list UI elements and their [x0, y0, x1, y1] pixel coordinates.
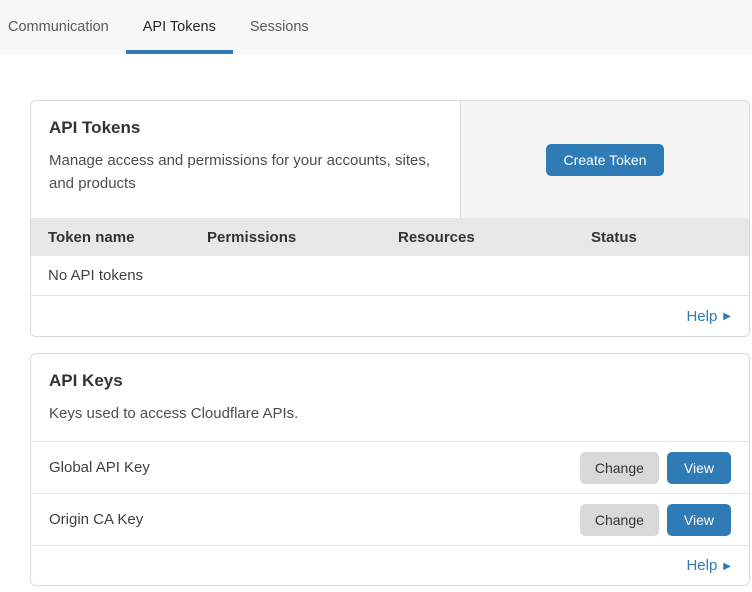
api-tokens-card-footer: Help ▶ [31, 296, 749, 336]
api-keys-help-link[interactable]: Help ▶ [686, 557, 731, 574]
api-keys-card-footer: Help ▶ [31, 545, 749, 585]
view-global-api-key-button[interactable]: View [667, 452, 731, 484]
tab-sessions-label: Sessions [250, 19, 309, 35]
column-header-token-name: Token name [48, 229, 207, 246]
column-header-permissions: Permissions [207, 229, 398, 246]
api-key-label-global: Global API Key [49, 459, 150, 476]
tokens-table-header: Token name Permissions Resources Status [31, 218, 749, 256]
tab-bar: Communication API Tokens Sessions [0, 0, 752, 54]
api-keys-title: API Keys [49, 371, 731, 391]
api-tokens-help-label: Help [686, 308, 717, 325]
tab-sessions[interactable]: Sessions [233, 0, 326, 54]
tokens-empty-state: No API tokens [31, 256, 749, 296]
tokens-empty-message: No API tokens [48, 267, 143, 284]
help-arrow-icon: ▶ [723, 561, 731, 572]
view-origin-ca-key-button[interactable]: View [667, 504, 731, 536]
api-key-row-origin-ca: Origin CA Key Change View [31, 493, 749, 545]
api-tokens-description: Manage access and permissions for your a… [49, 149, 431, 196]
column-header-resources: Resources [398, 229, 591, 246]
api-key-actions-global: Change View [580, 452, 731, 484]
api-keys-help-label: Help [686, 557, 717, 574]
tab-communication[interactable]: Communication [8, 0, 126, 54]
api-keys-description: Keys used to access Cloudflare APIs. [49, 402, 431, 425]
api-tokens-help-link[interactable]: Help ▶ [686, 308, 731, 325]
active-tab-indicator [126, 50, 233, 54]
api-tokens-header-action-area: Create Token [461, 101, 749, 218]
api-tokens-title: API Tokens [49, 118, 442, 138]
api-keys-card: API Keys Keys used to access Cloudflare … [30, 353, 750, 586]
api-key-row-global: Global API Key Change View [31, 441, 749, 493]
api-key-actions-origin-ca: Change View [580, 504, 731, 536]
tab-communication-label: Communication [8, 19, 109, 35]
tab-api-tokens-label: API Tokens [143, 19, 216, 35]
help-arrow-icon: ▶ [723, 311, 731, 322]
change-global-api-key-button[interactable]: Change [580, 452, 659, 484]
tab-api-tokens[interactable]: API Tokens [126, 0, 233, 54]
api-key-label-origin-ca: Origin CA Key [49, 511, 143, 528]
create-token-button[interactable]: Create Token [546, 144, 663, 176]
api-keys-card-header: API Keys Keys used to access Cloudflare … [31, 354, 749, 441]
api-tokens-card-header: API Tokens Manage access and permissions… [31, 101, 749, 218]
column-header-status: Status [591, 229, 732, 246]
change-origin-ca-key-button[interactable]: Change [580, 504, 659, 536]
api-tokens-header-text: API Tokens Manage access and permissions… [31, 101, 461, 218]
api-tokens-card: API Tokens Manage access and permissions… [30, 100, 750, 337]
